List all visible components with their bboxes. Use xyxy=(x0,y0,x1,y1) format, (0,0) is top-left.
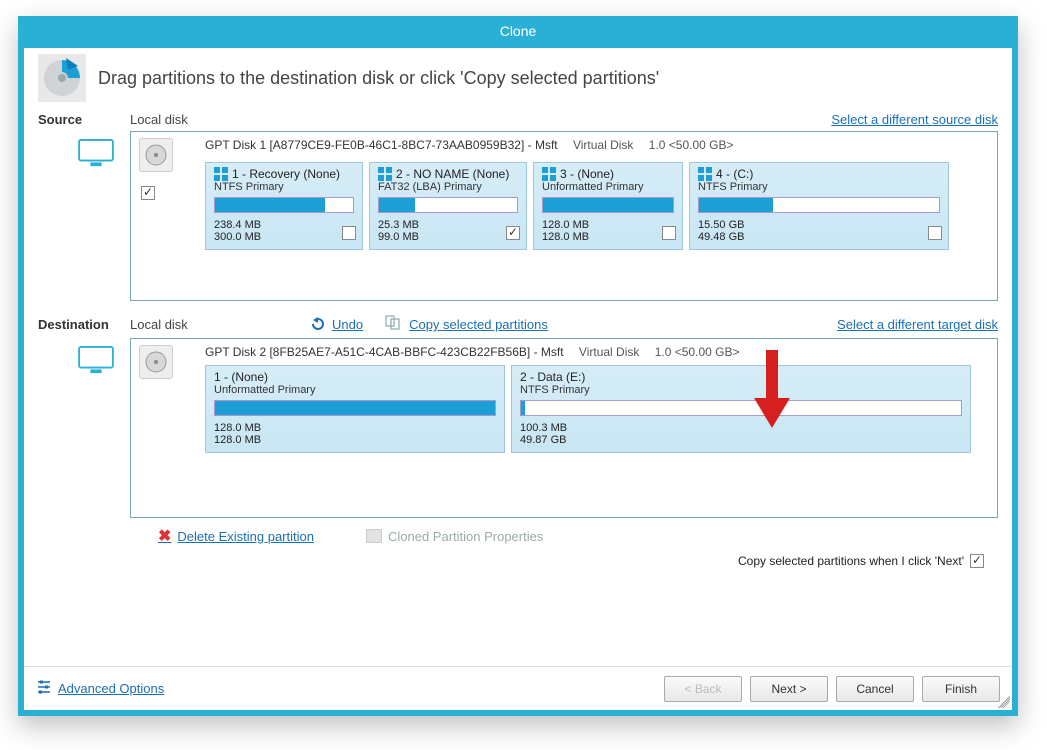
disk-meta2: 1.0 <50.00 GB> xyxy=(649,138,734,152)
hdd-icon xyxy=(139,345,173,379)
delete-text: Delete Existing partition xyxy=(177,529,314,544)
dest-partition-1[interactable]: 1 - (None)Unformatted Primary128.0 MB128… xyxy=(205,365,505,453)
undo-link[interactable]: Undo xyxy=(310,315,363,334)
sliders-icon xyxy=(36,679,52,698)
advanced-options-link[interactable]: Advanced Options xyxy=(36,679,164,698)
props-text: Cloned Partition Properties xyxy=(388,529,543,544)
copy-icon xyxy=(385,315,403,334)
advanced-text: Advanced Options xyxy=(58,681,164,696)
dest-partition-2[interactable]: 2 - Data (E:)NTFS Primary100.3 MB49.87 G… xyxy=(511,365,971,453)
footer-buttons: < Back Next > Cancel Finish xyxy=(664,676,1000,702)
disk-meta1: Virtual Disk xyxy=(579,345,639,359)
partition-checkbox[interactable] xyxy=(662,226,676,240)
dest-disk-row: GPT Disk 2 [8FB25AE7-A51C-4CAB-BBFC-423C… xyxy=(139,345,989,453)
copy-when-next-label: Copy selected partitions when I click 'N… xyxy=(738,554,964,568)
copy-partitions-link[interactable]: Copy selected partitions xyxy=(385,315,548,334)
dest-disk-title: GPT Disk 2 [8FB25AE7-A51C-4CAB-BBFC-423C… xyxy=(205,345,989,359)
window-title: Clone xyxy=(22,20,1014,48)
footer: Advanced Options < Back Next > Cancel Fi… xyxy=(24,666,1012,710)
partition-props-disabled: Cloned Partition Properties xyxy=(366,529,543,544)
source-label: Source xyxy=(38,112,130,127)
source-disk-title: GPT Disk 1 [A8779CE9-FE0B-46C1-8BC7-73AA… xyxy=(205,138,989,152)
select-all-checkbox[interactable] xyxy=(141,186,155,203)
post-actions: ✖ Delete Existing partition Cloned Parti… xyxy=(158,526,998,546)
select-source-link[interactable]: Select a different source disk xyxy=(831,112,998,127)
hdd-icon xyxy=(139,138,173,172)
select-target-link[interactable]: Select a different target disk xyxy=(837,317,998,332)
source-partition-3[interactable]: 3 - (None)Unformatted Primary128.0 MB128… xyxy=(533,162,683,250)
copy-when-next-checkbox[interactable] xyxy=(970,554,984,568)
source-partition-4[interactable]: 4 - (C:)NTFS Primary15.50 GB49.48 GB xyxy=(689,162,949,250)
undo-text: Undo xyxy=(332,317,363,332)
dest-label: Destination xyxy=(38,317,109,332)
finish-button[interactable]: Finish xyxy=(922,676,1000,702)
disk-title-text: GPT Disk 2 [8FB25AE7-A51C-4CAB-BBFC-423C… xyxy=(205,345,564,359)
dest-disk-panel: GPT Disk 2 [8FB25AE7-A51C-4CAB-BBFC-423C… xyxy=(130,338,998,518)
resize-grip[interactable] xyxy=(998,696,1010,708)
next-button[interactable]: Next > xyxy=(750,676,828,702)
partition-checkbox[interactable] xyxy=(928,226,942,240)
dest-sub: Local disk xyxy=(130,317,188,332)
cancel-button[interactable]: Cancel xyxy=(836,676,914,702)
source-disk-info: GPT Disk 1 [A8779CE9-FE0B-46C1-8BC7-73AA… xyxy=(205,138,989,250)
computer-icon xyxy=(77,345,115,375)
instruction-text: Drag partitions to the destination disk … xyxy=(98,68,659,89)
copy-text: Copy selected partitions xyxy=(409,317,548,332)
disk-meta1: Virtual Disk xyxy=(573,138,633,152)
source-partition-2[interactable]: 2 - NO NAME (None)FAT32 (LBA) Primary25.… xyxy=(369,162,527,250)
delete-icon: ✖ xyxy=(158,526,171,546)
disk-title-text: GPT Disk 1 [A8779CE9-FE0B-46C1-8BC7-73AA… xyxy=(205,138,558,152)
clone-window: Clone Drag partitions to the destination… xyxy=(18,16,1018,716)
back-button[interactable]: < Back xyxy=(664,676,742,702)
source-header: Source Local disk Select a different sou… xyxy=(38,112,998,127)
dest-partitions: 1 - (None)Unformatted Primary128.0 MB128… xyxy=(205,365,989,453)
source-partition-1[interactable]: 1 - Recovery (None)NTFS Primary238.4 MB3… xyxy=(205,162,363,250)
undo-icon xyxy=(310,315,326,334)
dest-header: Destination Local disk Undo Copy selecte… xyxy=(130,315,998,334)
copy-when-next-row: Copy selected partitions when I click 'N… xyxy=(38,554,984,568)
content-area: Drag partitions to the destination disk … xyxy=(24,46,1012,568)
source-disk-panel: GPT Disk 1 [A8779CE9-FE0B-46C1-8BC7-73AA… xyxy=(130,131,998,301)
source-sub: Local disk xyxy=(130,112,188,127)
disk-meta2: 1.0 <50.00 GB> xyxy=(655,345,740,359)
delete-partition-link[interactable]: ✖ Delete Existing partition xyxy=(158,526,314,546)
source-disk-row: GPT Disk 1 [A8779CE9-FE0B-46C1-8BC7-73AA… xyxy=(139,138,989,250)
instruction-row: Drag partitions to the destination disk … xyxy=(38,54,998,102)
source-partitions: 1 - Recovery (None)NTFS Primary238.4 MB3… xyxy=(205,162,949,250)
computer-icon xyxy=(77,138,115,168)
dest-disk-info: GPT Disk 2 [8FB25AE7-A51C-4CAB-BBFC-423C… xyxy=(205,345,989,453)
properties-icon xyxy=(366,529,382,543)
partition-checkbox[interactable] xyxy=(506,226,520,240)
clone-app-icon xyxy=(38,54,86,102)
partition-checkbox[interactable] xyxy=(342,226,356,240)
